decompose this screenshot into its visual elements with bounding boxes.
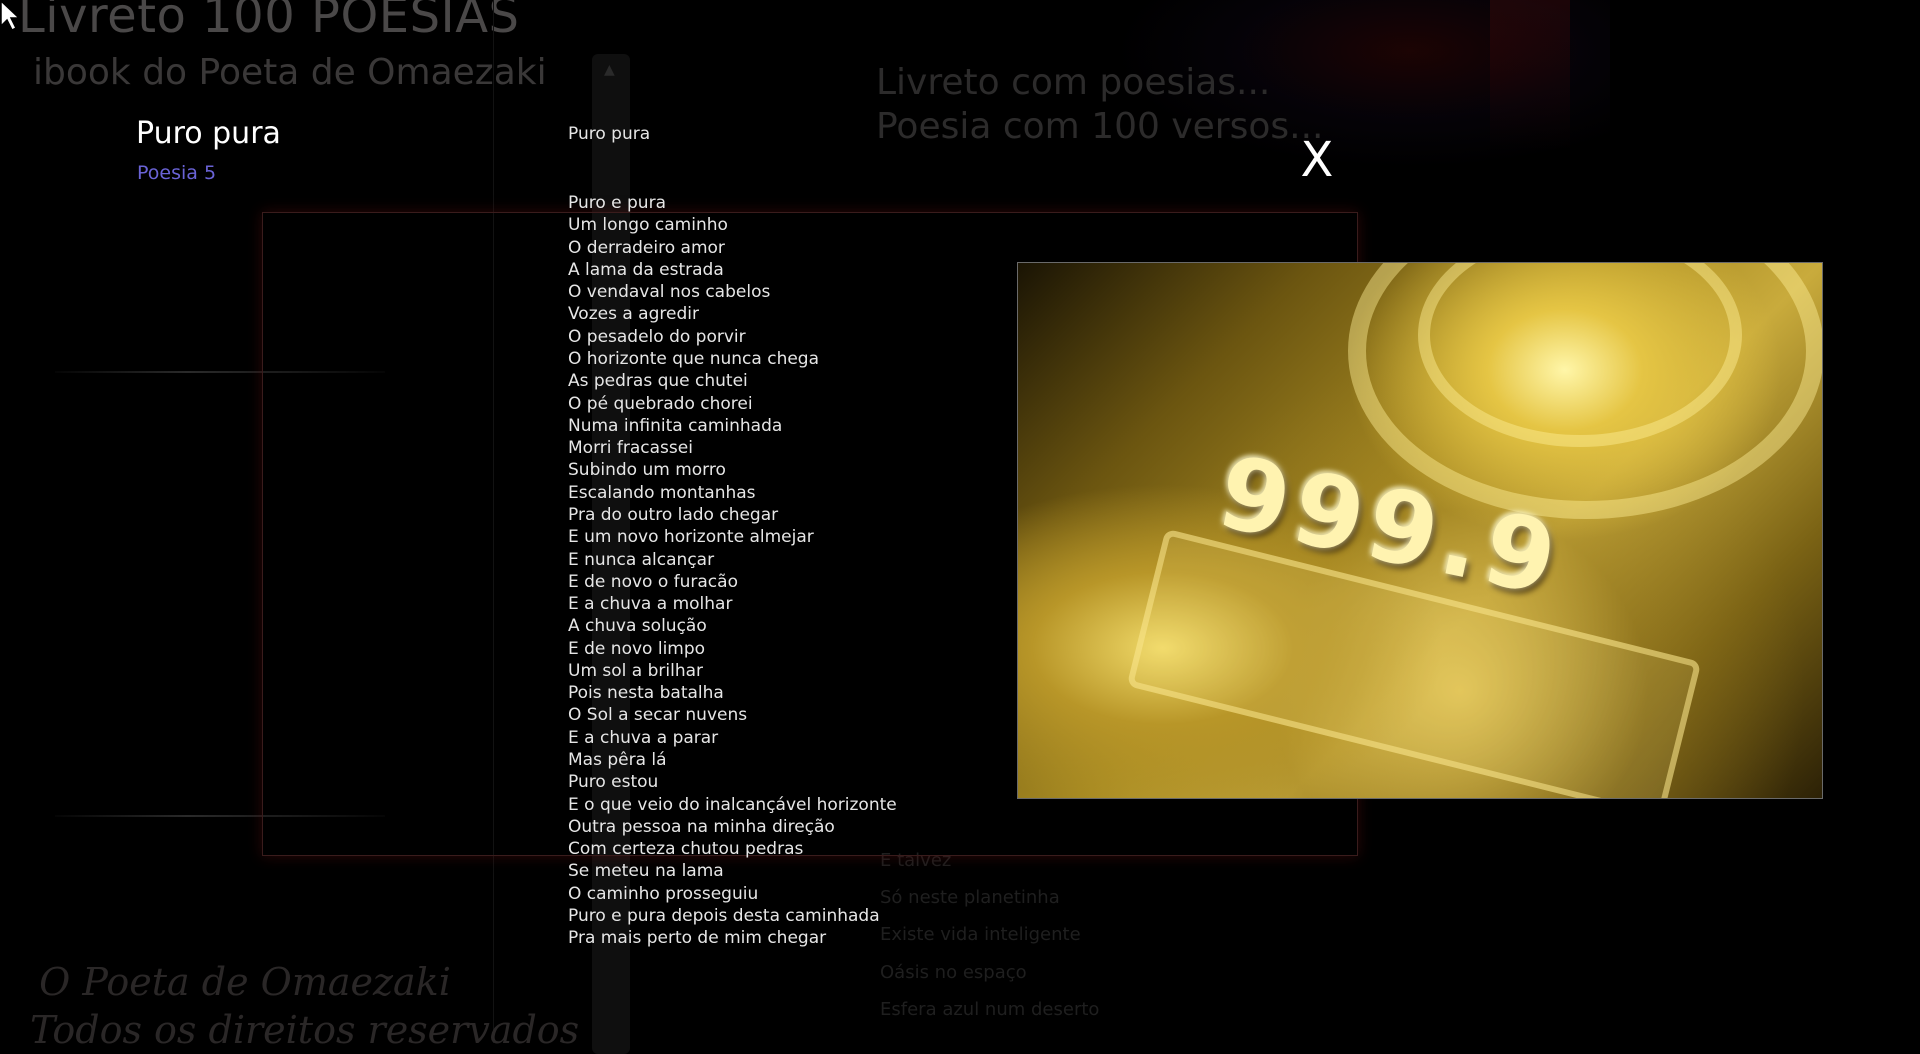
poem-verse-line: O pé quebrado chorei: [568, 393, 753, 414]
poem-title: Puro pura: [136, 116, 281, 151]
tagline-line-2: Poesia com 100 versos...: [876, 106, 1324, 147]
background-poem-line: Só neste planetinha: [880, 887, 1060, 908]
poem-verse-line: Subindo um morro: [568, 460, 726, 481]
poem-verse-line: A lama da estrada: [568, 259, 724, 280]
footer-author: O Poeta de Omaezaki: [39, 960, 451, 1004]
poem-verse-line: E um novo horizonte almejar: [568, 527, 814, 548]
poem-verse-line: Numa infinita caminhada: [568, 415, 783, 436]
poem-verse-line: Um longo caminho: [568, 215, 728, 236]
background-poem-line: Oásis no espaço: [880, 962, 1027, 983]
poem-verse-list: Puro e pura Um longo caminho O derradeiro …: [568, 192, 897, 950]
footer-copyright: Todos os direitos reservados: [30, 1008, 580, 1052]
poem-verse-line: Vozes a agredir: [568, 304, 699, 325]
poem-verse-line: E a chuva a molhar: [568, 594, 733, 615]
poem-verse-line: O Sol a secar nuvens: [568, 705, 748, 726]
poem-verse-line: E a chuva a parar: [568, 727, 719, 748]
app-subtitle: ibook do Poeta de Omaezaki: [33, 52, 547, 93]
poem-verse-line: As pedras que chutei: [568, 371, 748, 392]
mouse-cursor-icon: [0, 0, 21, 32]
background-decoration-accent: [1490, 0, 1570, 150]
poem-verse-line: E de novo o furacão: [568, 571, 738, 592]
poem-number-label: Poesia 5: [137, 162, 217, 184]
poem-verse-line: O vendaval nos cabelos: [568, 282, 771, 303]
poem-verse-line: Puro estou: [568, 772, 659, 793]
poem-verse-line: Escalando montanhas: [568, 482, 756, 503]
poem-heading: Puro pura: [568, 124, 651, 144]
poem-verse-line: E nunca alcançar: [568, 549, 715, 570]
close-button[interactable]: X: [1296, 132, 1338, 188]
poem-verse-line: O pesadelo do porvir: [568, 326, 746, 347]
background-poem-line: Esfera azul num deserto: [880, 999, 1100, 1020]
poem-verse-line: Se meteu na lama: [568, 861, 724, 882]
poem-verse-line: A chuva solução: [568, 616, 707, 637]
poem-verse-line: E de novo limpo: [568, 638, 706, 659]
tagline-line-1: Livreto com poesias...: [876, 62, 1271, 103]
background-poem-line: Existe vida inteligente: [880, 924, 1081, 945]
poem-verse-line: Outra pessoa na minha direção: [568, 816, 835, 837]
scroll-up-arrow-icon[interactable]: ▲: [604, 62, 615, 78]
poem-verse-line: Pois nesta batalha: [568, 683, 724, 704]
poem-verse-line: Com certeza chutou pedras: [568, 839, 804, 860]
poem-verse-line: Um sol a brilhar: [568, 660, 704, 681]
poem-verse-line: E o que veio do inalcançável horizonte: [568, 794, 897, 815]
poem-verse-line: O derradeiro amor: [568, 237, 725, 258]
app-title: Livreto 100 POESIAS: [18, 0, 520, 44]
poem-verse-line: Morri fracassei: [568, 438, 693, 459]
poem-verse-line: Puro e pura depois desta caminhada: [568, 906, 880, 926]
poem-verse-line: O caminho prosseguiu: [568, 883, 759, 904]
poem-verse-line: Pra mais perto de mim chegar: [568, 928, 827, 949]
poem-verse-line: Pra do outro lado chegar: [568, 504, 779, 525]
poem-verse-line: O horizonte que nunca chega: [568, 348, 820, 369]
gold-bar-photo: 999.9: [1017, 262, 1823, 799]
poem-verse-line: Mas pêra lá: [568, 750, 667, 771]
poem-verse-line: Puro e pura: [568, 193, 666, 213]
